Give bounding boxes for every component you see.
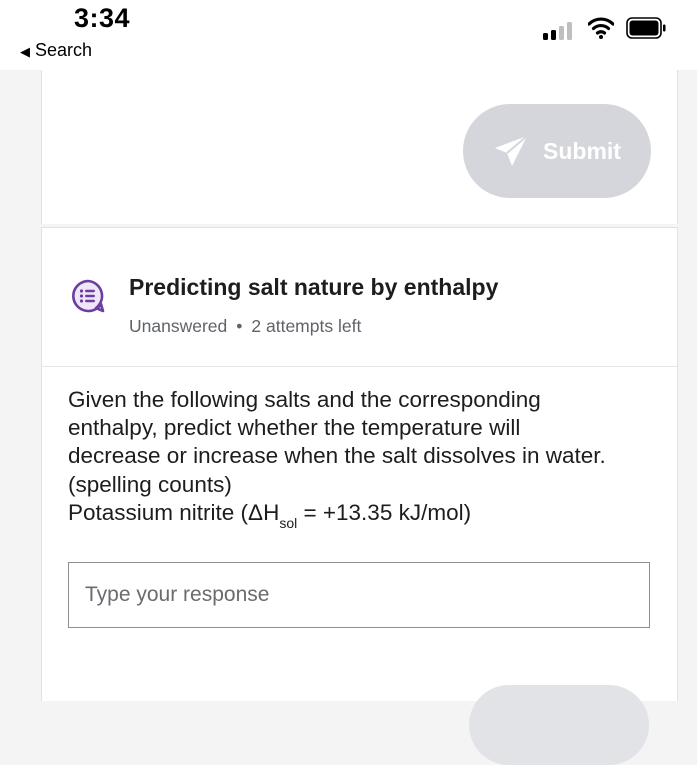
question-header: Predicting salt nature by enthalpy Unans… — [42, 228, 677, 367]
status-time: 3:34 — [74, 3, 131, 33]
meta-separator: • — [236, 316, 243, 336]
question-status: Unanswered — [129, 316, 228, 336]
question-title: Predicting salt nature by enthalpy — [129, 274, 499, 300]
submit-button[interactable]: Submit — [463, 104, 651, 198]
previous-question-card: Submit — [41, 70, 678, 224]
status-bar: 3:34 ◀ Search — [0, 0, 697, 70]
salt-subscript: sol — [279, 514, 298, 531]
back-arrow-icon: ◀ — [20, 44, 30, 59]
battery-icon — [626, 17, 666, 39]
salt-suffix: = +13.35 kJ/mol) — [297, 499, 472, 525]
prompt-line: (spelling counts) — [68, 471, 232, 497]
question-prompt: Given the following salts and the corres… — [68, 386, 668, 530]
salt-prefix: Potassium nitrite (ΔH — [68, 499, 280, 525]
next-submit-button[interactable] — [469, 685, 649, 765]
prompt-line: decrease or increase when the salt disso… — [68, 443, 606, 469]
back-to-search-link[interactable]: ◀ Search — [20, 40, 92, 61]
wifi-icon — [588, 17, 614, 39]
question-card: Predicting salt nature by enthalpy Unans… — [41, 227, 678, 765]
salt-line: Potassium nitrite (ΔHsol = +13.35 kJ/mol… — [68, 499, 668, 530]
chat-list-icon — [72, 279, 105, 313]
back-label: Search — [35, 40, 93, 60]
cellular-signal-icon — [543, 20, 577, 40]
question-meta: Unanswered • 2 attempts left — [129, 316, 361, 337]
paper-plane-icon — [495, 135, 528, 166]
prompt-line: Given the following salts and the corres… — [68, 387, 541, 412]
prompt-line: enthalpy, predict whether the temperatur… — [68, 415, 521, 441]
attempts-left: 2 attempts left — [251, 316, 362, 336]
submit-button-label: Submit — [543, 137, 621, 164]
response-input[interactable] — [68, 562, 650, 628]
